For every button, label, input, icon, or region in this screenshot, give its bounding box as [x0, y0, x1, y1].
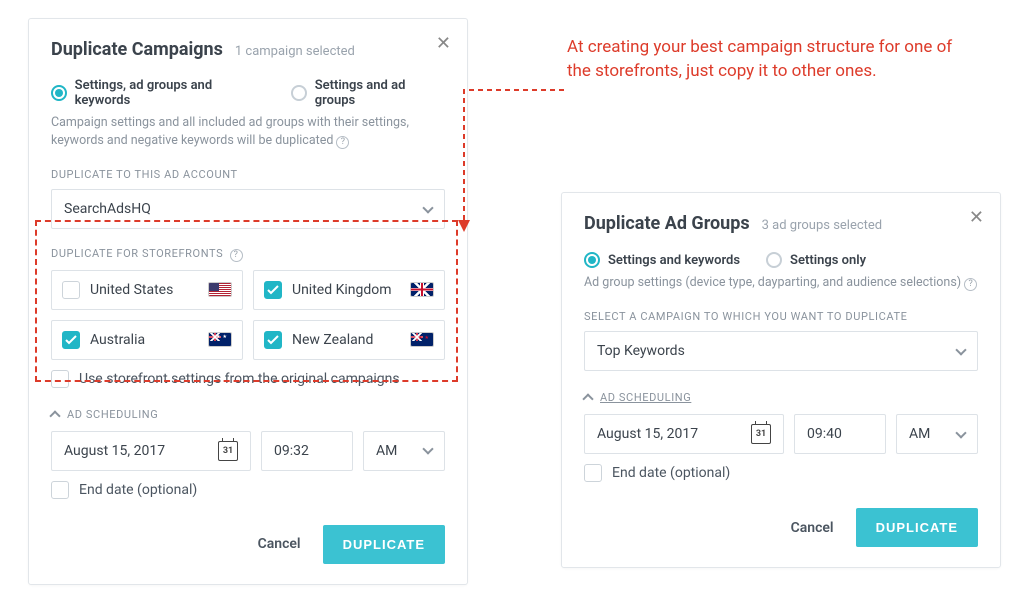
dialog-title: Duplicate Campaigns [51, 39, 223, 60]
radio-settings-groups[interactable]: Settings and ad groups [291, 78, 445, 108]
radio-label: Settings only [790, 253, 866, 268]
checkbox-label: End date (optional) [612, 465, 730, 481]
radio-settings-keywords[interactable]: Settings and keywords [584, 252, 740, 268]
help-icon[interactable]: ? [964, 278, 977, 291]
close-icon[interactable]: ✕ [436, 33, 451, 54]
help-text: Ad group settings (device type, dayparti… [584, 274, 978, 292]
flag-nz-icon [410, 332, 434, 347]
calendar-icon: 31 [751, 424, 771, 444]
radio-settings-groups-keywords[interactable]: Settings, ad groups and keywords [51, 78, 265, 108]
date-input[interactable]: August 15, 2017 31 [584, 414, 784, 454]
radio-label: Settings, ad groups and keywords [75, 78, 265, 108]
chevron-up-icon [49, 410, 60, 421]
date-value: August 15, 2017 [64, 443, 165, 459]
time-input[interactable]: 09:32 [261, 431, 353, 471]
select-value: SearchAdsHQ [64, 201, 151, 217]
duplicate-button[interactable]: DUPLICATE [856, 508, 978, 547]
radio-icon [51, 85, 67, 101]
flag-uk-icon [410, 282, 434, 297]
flag-us-icon [208, 282, 232, 297]
radio-icon [584, 252, 600, 268]
radio-icon [291, 85, 307, 101]
selection-count: 1 campaign selected [235, 44, 355, 59]
storefront-name: New Zealand [292, 332, 373, 348]
radio-label: Settings and ad groups [315, 78, 445, 108]
ad-scheduling-toggle[interactable]: AD SCHEDULING [51, 408, 445, 421]
storefront-au[interactable]: Australia [51, 320, 243, 360]
dialog-title: Duplicate Ad Groups [584, 213, 750, 234]
ampm-select[interactable]: AM [363, 431, 445, 471]
annotation-callout: At creating your best campaign structure… [567, 36, 979, 84]
storefront-uk[interactable]: United Kingdom [253, 270, 445, 310]
time-value: 09:40 [807, 426, 842, 442]
duplicate-campaigns-dialog: Duplicate Campaigns 1 campaign selected … [28, 18, 468, 585]
end-date-checkbox[interactable]: End date (optional) [584, 464, 978, 482]
end-date-checkbox[interactable]: End date (optional) [51, 481, 445, 499]
calendar-icon: 31 [218, 441, 238, 461]
chevron-down-icon [422, 202, 433, 213]
ad-account-select[interactable]: SearchAdsHQ [51, 189, 445, 229]
campaign-select[interactable]: Top Keywords [584, 331, 978, 371]
close-icon[interactable]: ✕ [969, 207, 984, 228]
checkbox-label: End date (optional) [79, 482, 197, 498]
checkbox-icon [62, 281, 80, 299]
checkbox-label: Use storefront settings from the origina… [79, 371, 400, 387]
date-value: August 15, 2017 [597, 426, 698, 442]
storefront-name: United Kingdom [292, 282, 392, 298]
annotation-arrow-icon [460, 84, 568, 244]
cancel-button[interactable]: Cancel [258, 536, 301, 552]
account-label: DUPLICATE TO THIS AD ACCOUNT [51, 168, 445, 181]
checkbox-icon [51, 481, 69, 499]
help-icon[interactable]: ? [230, 249, 243, 262]
help-icon[interactable]: ? [336, 136, 349, 149]
ad-scheduling-toggle[interactable]: AD SCHEDULING [584, 391, 978, 404]
checkbox-icon [62, 331, 80, 349]
checkbox-icon [264, 281, 282, 299]
radio-settings-only[interactable]: Settings only [766, 252, 866, 268]
radio-icon [766, 252, 782, 268]
checkbox-icon [584, 464, 602, 482]
select-value: Top Keywords [597, 343, 685, 359]
chevron-down-icon [955, 427, 966, 438]
ampm-select[interactable]: AM [896, 414, 978, 454]
ampm-value: AM [909, 426, 930, 442]
ampm-value: AM [376, 443, 397, 459]
selection-count: 3 ad groups selected [762, 218, 883, 233]
time-value: 09:32 [274, 443, 309, 459]
storefront-name: United States [90, 282, 173, 298]
duplicate-button[interactable]: DUPLICATE [323, 525, 445, 564]
time-input[interactable]: 09:40 [794, 414, 886, 454]
flag-au-icon [208, 332, 232, 347]
storefront-nz[interactable]: New Zealand [253, 320, 445, 360]
checkbox-icon [264, 331, 282, 349]
duplicate-ad-groups-dialog: Duplicate Ad Groups 3 ad groups selected… [561, 192, 1001, 568]
checkbox-icon [51, 370, 69, 388]
storefront-label: DUPLICATE FOR STOREFRONTS ? [51, 247, 445, 262]
storefront-grid: United States United Kingdom Australia N… [51, 270, 445, 360]
date-input[interactable]: August 15, 2017 31 [51, 431, 251, 471]
storefront-us[interactable]: United States [51, 270, 243, 310]
use-original-checkbox[interactable]: Use storefront settings from the origina… [51, 370, 445, 388]
chevron-up-icon [582, 393, 593, 404]
storefront-name: Australia [90, 332, 145, 348]
radio-label: Settings and keywords [608, 253, 740, 268]
chevron-down-icon [422, 444, 433, 455]
campaign-label: SELECT A CAMPAIGN TO WHICH YOU WANT TO D… [584, 310, 978, 323]
help-text: Campaign settings and all included ad gr… [51, 114, 445, 150]
chevron-down-icon [955, 344, 966, 355]
cancel-button[interactable]: Cancel [791, 520, 834, 536]
